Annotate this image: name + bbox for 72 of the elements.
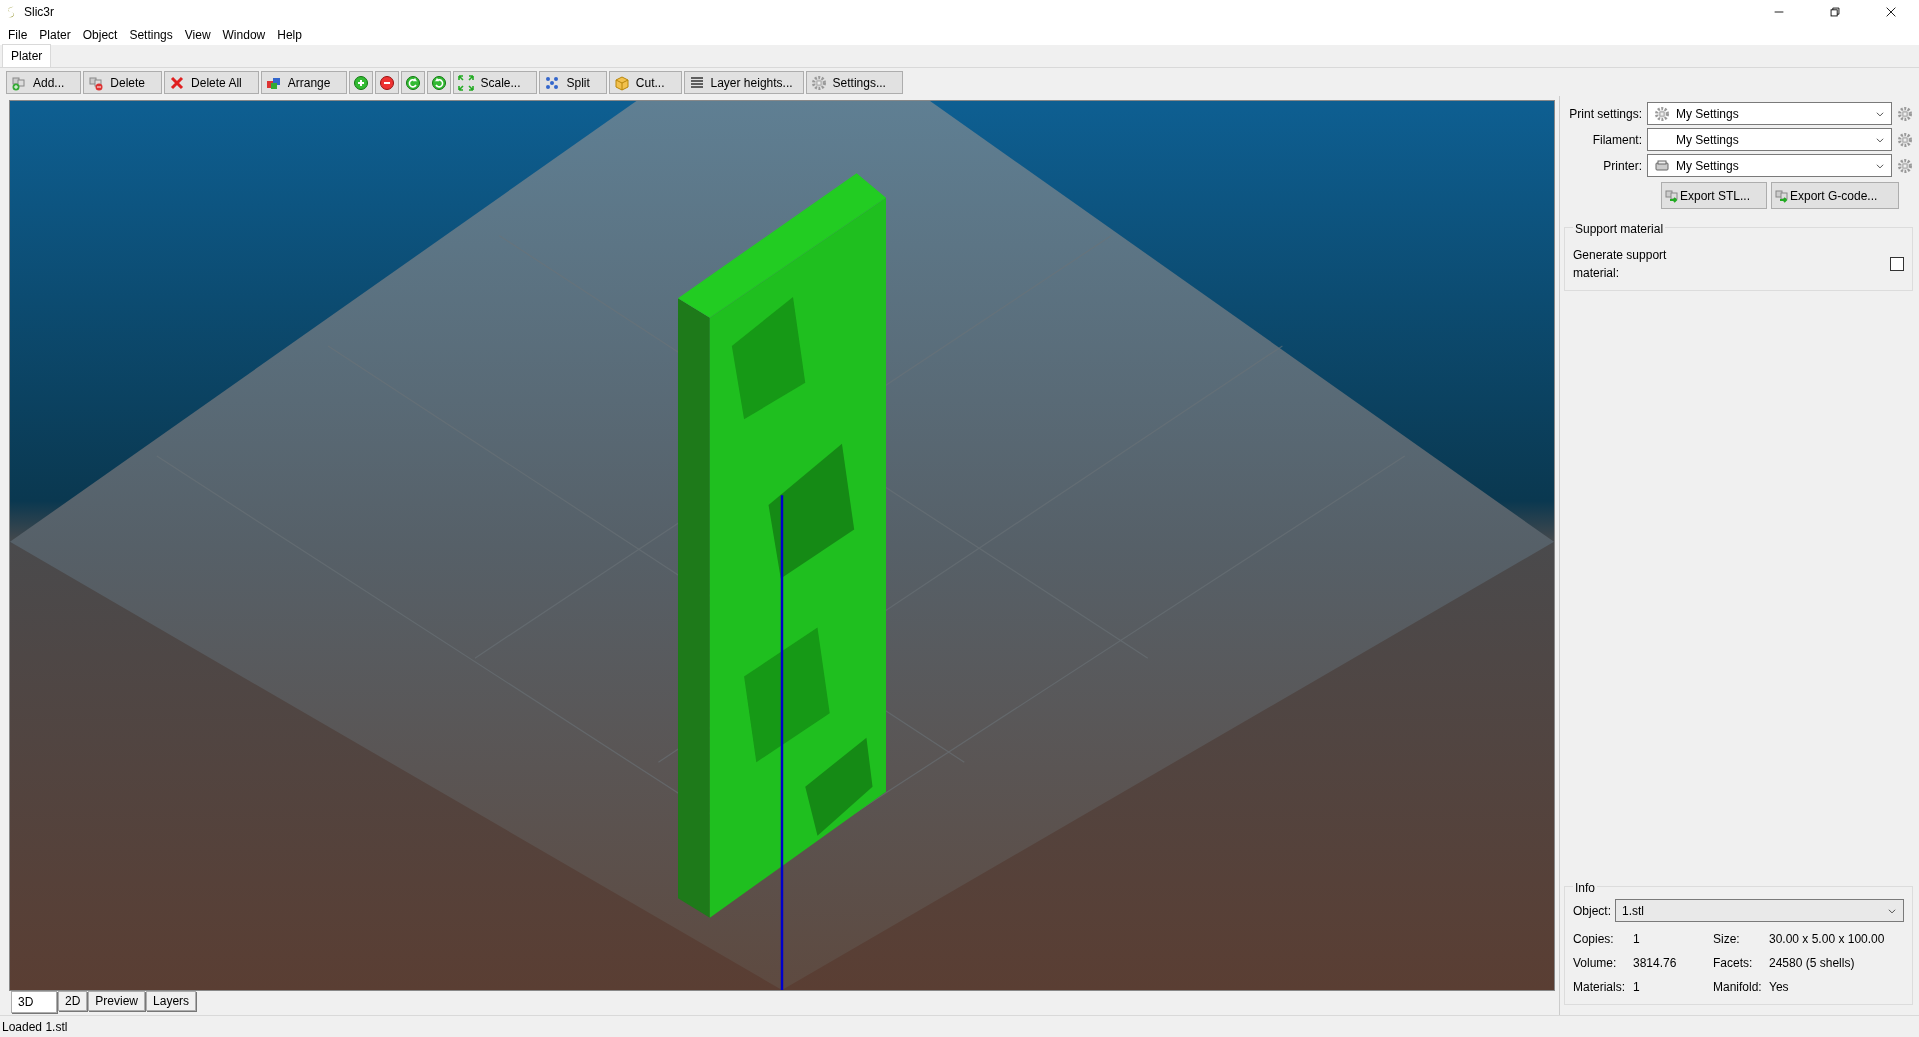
- menu-item[interactable]: Help: [271, 25, 308, 44]
- info-value: 3814.76: [1633, 955, 1678, 972]
- menu-item[interactable]: Settings: [123, 25, 179, 44]
- checkbox-label: Generate support material:: [1573, 247, 1668, 282]
- field-label: Object:: [1573, 902, 1611, 920]
- info-value: Yes: [1769, 979, 1790, 996]
- icon-button[interactable]: [401, 71, 426, 94]
- info-label: Size:: [1713, 931, 1741, 948]
- window-title: Slic3r: [24, 4, 54, 21]
- cubes-minus-icon: [88, 74, 105, 91]
- toolbar-button[interactable]: Split: [539, 71, 607, 94]
- field-label: Print settings:: [1568, 105, 1642, 123]
- box-icon: [613, 74, 630, 91]
- cubes-arrow-icon: [1664, 187, 1680, 204]
- lines-icon: [688, 74, 705, 91]
- expand-arrows-icon: [458, 74, 475, 91]
- view-tab[interactable]: 2D: [58, 991, 88, 1011]
- toolbar-button[interactable]: Delete All: [164, 71, 259, 94]
- plus-icon: [353, 74, 370, 91]
- icon-button[interactable]: [427, 71, 452, 94]
- gear-icon[interactable]: [1897, 131, 1913, 148]
- info-value: 30.00 x 5.00 x 100.00: [1769, 931, 1886, 948]
- preset-dropdown[interactable]: My Settings: [1647, 154, 1892, 177]
- field-label: Filament:: [1591, 131, 1642, 149]
- cross-icon: [169, 74, 186, 91]
- menu-item[interactable]: Window: [216, 25, 272, 44]
- view-tab[interactable]: Layers: [146, 991, 197, 1011]
- info-label: Manifold:: [1713, 979, 1763, 996]
- toolbar-button[interactable]: Layer heights...: [683, 71, 804, 94]
- toolbar-button[interactable]: Settings...: [805, 71, 903, 94]
- menu-item[interactable]: View: [178, 25, 217, 44]
- cubes-arrow-icon: [1774, 187, 1790, 204]
- menu-item[interactable]: Plater: [33, 25, 77, 44]
- preset-dropdown[interactable]: My Settings: [1647, 102, 1892, 125]
- info-label: Volume:: [1573, 955, 1618, 972]
- field-label: Printer:: [1602, 157, 1642, 175]
- object-dropdown[interactable]: 1.stl: [1615, 899, 1904, 922]
- toolbar-button[interactable]: Delete: [83, 71, 163, 94]
- gear-icon[interactable]: [1897, 157, 1913, 174]
- menu-item[interactable]: Object: [76, 25, 124, 44]
- rotate-right-icon: [431, 74, 448, 91]
- toolbar-button[interactable]: Cut...: [608, 71, 682, 94]
- export-button[interactable]: Export G-code...: [1771, 182, 1899, 209]
- restore-icon[interactable]: [1828, 5, 1842, 19]
- info-label: Materials:: [1573, 979, 1626, 996]
- gear-icon: [1654, 105, 1670, 122]
- info-label: Facets:: [1713, 955, 1754, 972]
- cubes-plus-icon: [11, 74, 27, 91]
- printer-icon: [1654, 157, 1670, 174]
- info-value: 1: [1633, 931, 1641, 948]
- checkbox[interactable]: [1890, 257, 1904, 271]
- toolbar-button[interactable]: Scale...: [453, 71, 538, 94]
- dots-icon: [544, 74, 561, 91]
- rotate-left-icon: [405, 74, 422, 91]
- gear-icon: [810, 74, 827, 91]
- view-tab[interactable]: 3D: [11, 991, 57, 1013]
- toolbar-button[interactable]: Add...: [6, 71, 82, 94]
- info-label: Copies:: [1573, 931, 1615, 948]
- gear-icon[interactable]: [1897, 105, 1913, 122]
- status-text: Loaded 1.stl: [2, 1018, 68, 1036]
- tab[interactable]: Plater: [2, 44, 52, 67]
- info-value: 24580 (5 shells): [1769, 955, 1856, 972]
- export-button[interactable]: Export STL...: [1661, 182, 1767, 209]
- info-value: 1: [1633, 979, 1641, 996]
- toolbar-button[interactable]: Arrange: [260, 71, 348, 94]
- view-tab[interactable]: Preview: [88, 991, 146, 1011]
- menu-item[interactable]: File: [2, 25, 34, 44]
- icon-button[interactable]: [349, 71, 374, 94]
- close-icon[interactable]: [1884, 5, 1898, 19]
- minus-icon: [379, 74, 396, 91]
- preset-dropdown[interactable]: My Settings: [1647, 128, 1892, 151]
- icon-button[interactable]: [375, 71, 400, 94]
